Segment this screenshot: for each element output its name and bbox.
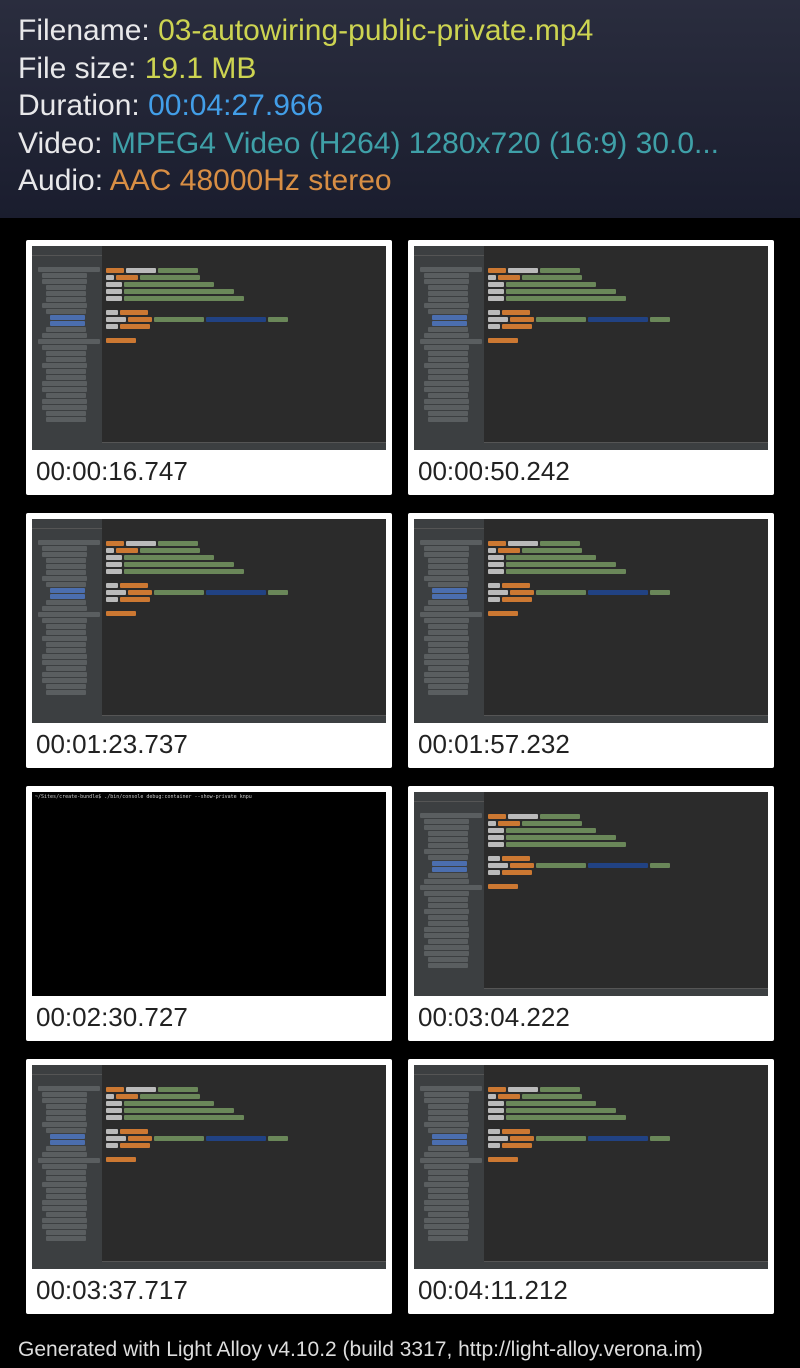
duration-label: Duration: bbox=[18, 89, 148, 122]
thumbnail-timestamp: 00:02:30.727 bbox=[26, 996, 392, 1041]
thumbnail-image bbox=[32, 246, 386, 450]
thumbnail-card[interactable]: 00:01:57.232 bbox=[408, 513, 774, 768]
thumbnail-grid: 00:00:16.747 00:00:50.242 00:01:23.737 00:0… bbox=[0, 218, 800, 1324]
thumbnail-image bbox=[414, 1065, 768, 1269]
video-row: Video: MPEG4 Video (H264) 1280x720 (16:9… bbox=[18, 125, 782, 163]
thumbnail-image bbox=[32, 1065, 386, 1269]
audio-label: Audio: bbox=[18, 164, 110, 197]
audio-value: AAC 48000Hz stereo bbox=[110, 164, 392, 197]
thumbnail-timestamp: 00:00:16.747 bbox=[26, 450, 392, 495]
thumbnail-card[interactable]: 00:00:50.242 bbox=[408, 240, 774, 495]
thumbnail-timestamp: 00:00:50.242 bbox=[408, 450, 774, 495]
thumbnail-card[interactable]: ~/Sites/create-bundle$ ./bin/console deb… bbox=[26, 786, 392, 1041]
thumbnail-timestamp: 00:04:11.212 bbox=[408, 1269, 774, 1314]
file-info-panel: Filename: 03-autowiring-public-private.m… bbox=[0, 0, 800, 218]
footer-text: Generated with Light Alloy v4.10.2 (buil… bbox=[0, 1324, 800, 1362]
thumbnail-image bbox=[414, 519, 768, 723]
thumbnail-image bbox=[32, 519, 386, 723]
thumbnail-card[interactable]: 00:04:11.212 bbox=[408, 1059, 774, 1314]
thumbnail-card[interactable]: 00:03:04.222 bbox=[408, 786, 774, 1041]
filesize-value: 19.1 MB bbox=[145, 52, 257, 85]
thumbnail-image bbox=[414, 246, 768, 450]
duration-row: Duration: 00:04:27.966 bbox=[18, 87, 782, 125]
audio-row: Audio: AAC 48000Hz stereo bbox=[18, 162, 782, 200]
filesize-row: File size: 19.1 MB bbox=[18, 50, 782, 88]
video-value: MPEG4 Video (H264) 1280x720 (16:9) 30.0.… bbox=[111, 127, 719, 160]
thumbnail-card[interactable]: 00:01:23.737 bbox=[26, 513, 392, 768]
duration-value: 00:04:27.966 bbox=[148, 89, 323, 122]
thumbnail-timestamp: 00:01:57.232 bbox=[408, 723, 774, 768]
thumbnail-image: ~/Sites/create-bundle$ ./bin/console deb… bbox=[32, 792, 386, 996]
filename-row: Filename: 03-autowiring-public-private.m… bbox=[18, 12, 782, 50]
video-label: Video: bbox=[18, 127, 111, 160]
thumbnail-image bbox=[414, 792, 768, 996]
filename-value: 03-autowiring-public-private.mp4 bbox=[158, 14, 593, 47]
filesize-label: File size: bbox=[18, 52, 145, 85]
filename-label: Filename: bbox=[18, 14, 158, 47]
thumbnail-timestamp: 00:03:37.717 bbox=[26, 1269, 392, 1314]
thumbnail-timestamp: 00:01:23.737 bbox=[26, 723, 392, 768]
thumbnail-card[interactable]: 00:03:37.717 bbox=[26, 1059, 392, 1314]
thumbnail-timestamp: 00:03:04.222 bbox=[408, 996, 774, 1041]
terminal-line: ~/Sites/create-bundle$ ./bin/console deb… bbox=[32, 792, 386, 802]
thumbnail-card[interactable]: 00:00:16.747 bbox=[26, 240, 392, 495]
